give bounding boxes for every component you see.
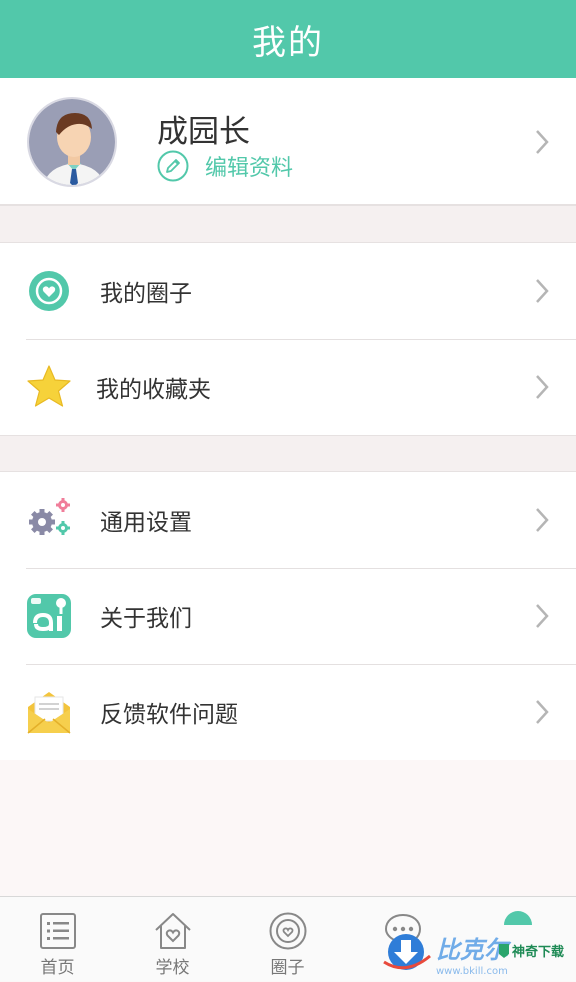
menu-item-about-us[interactable]: 关于我们	[0, 568, 576, 664]
chevron-right-icon	[536, 508, 549, 532]
chevron-right-icon	[536, 130, 549, 154]
tab-circle[interactable]: 圈子	[230, 897, 345, 982]
menu-item-general-settings[interactable]: 通用设置	[0, 472, 576, 568]
star-icon	[27, 365, 71, 407]
menu-group-general: 通用设置 关于我们 反馈软件问题	[0, 472, 576, 760]
avatar[interactable]	[27, 97, 117, 187]
menu-group-personal: 我的圈子 我的收藏夹	[0, 243, 576, 435]
tab-school[interactable]: 学校	[115, 897, 230, 982]
watermark-logo: 比克尔 www.bkill.com 神奇下载	[383, 934, 564, 977]
chevron-right-icon	[536, 604, 549, 628]
chevron-right-icon	[536, 375, 549, 399]
circle-heart-icon	[29, 271, 69, 311]
chevron-right-icon	[536, 279, 549, 303]
edit-profile-label: 编辑资料	[205, 156, 294, 181]
house-heart-icon	[154, 913, 191, 949]
circle-heart-icon	[269, 912, 306, 950]
pencil-icon	[157, 150, 189, 182]
menu-item-label: 我的圈子	[100, 281, 192, 307]
page-title: 我的	[252, 22, 324, 63]
envelope-icon	[27, 692, 71, 734]
edit-profile-link[interactable]: 编辑资料	[157, 150, 293, 182]
menu-item-favorites[interactable]: 我的收藏夹	[0, 339, 576, 435]
profile-name: 成园长	[157, 114, 250, 150]
gears-icon	[29, 498, 70, 535]
page-header: 我的	[0, 0, 576, 78]
watermark-brand: 神奇下载	[512, 944, 564, 960]
tab-label: 学校	[155, 958, 190, 978]
menu-item-label: 我的收藏夹	[96, 377, 211, 403]
section-divider	[0, 205, 576, 243]
menu-item-label: 反馈软件问题	[100, 702, 238, 728]
menu-item-label: 通用设置	[100, 510, 192, 536]
chevron-right-icon	[536, 700, 549, 724]
menu-item-label: 关于我们	[100, 606, 192, 632]
tab-label: 首页	[40, 958, 75, 978]
watermark-url: www.bkill.com	[436, 966, 508, 977]
menu-item-feedback[interactable]: 反馈软件问题	[0, 664, 576, 760]
tab-label: 圈子	[270, 958, 305, 978]
menu-item-my-circle[interactable]: 我的圈子	[0, 243, 576, 339]
app-logo-icon	[27, 594, 71, 638]
list-icon	[39, 913, 76, 949]
tab-home[interactable]: 首页	[0, 897, 115, 982]
profile-card[interactable]: 成园长 编辑资料	[0, 78, 576, 205]
section-divider	[0, 435, 576, 472]
